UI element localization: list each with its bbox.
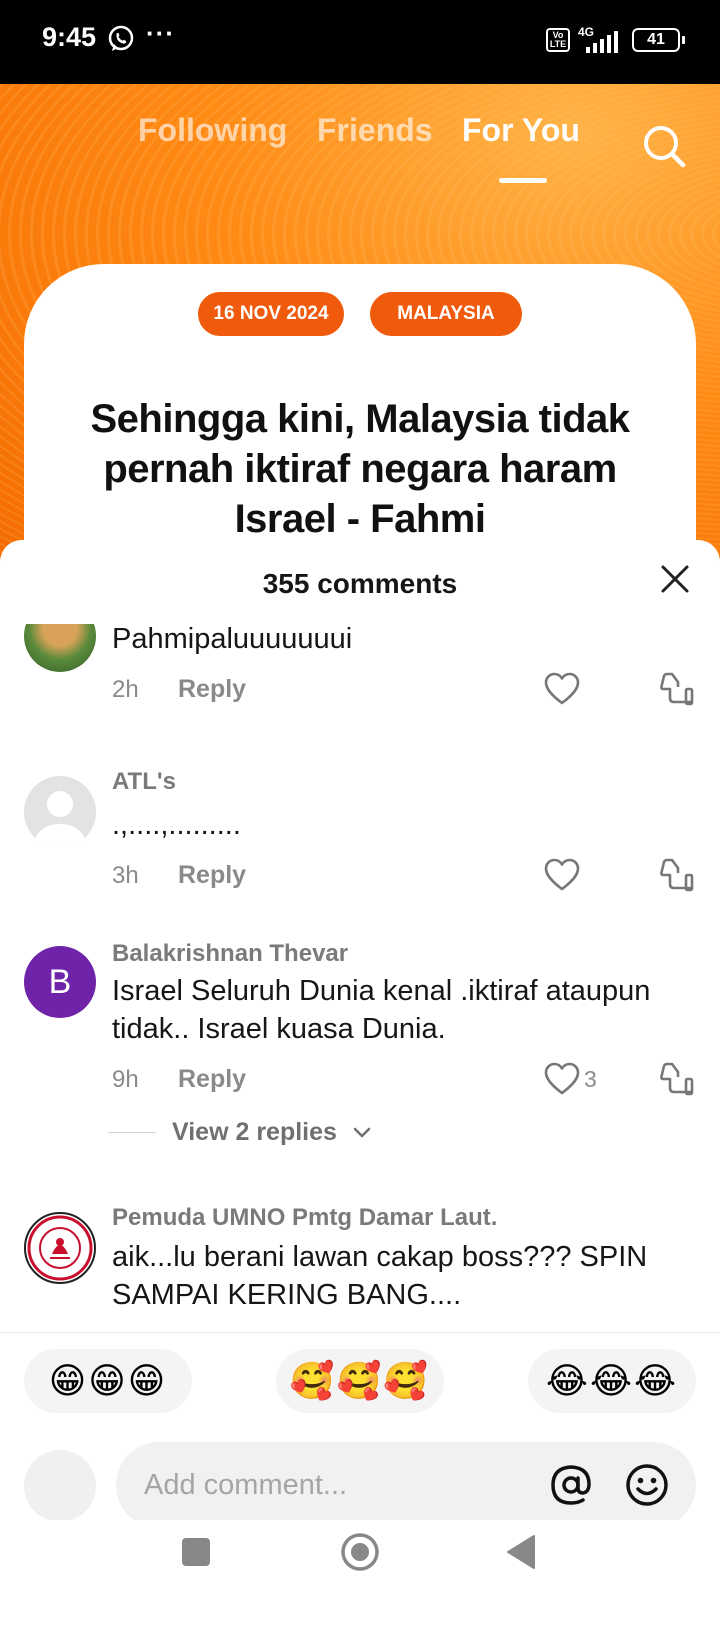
comment-item: Pahmipaluuuuuuui 2h Reply <box>0 624 720 740</box>
reply-button[interactable]: Reply <box>178 1065 246 1094</box>
comment-item: Pemuda UMNO Pmtg Damar Laut. aik...lu be… <box>0 1204 720 1331</box>
battery-icon: 41 <box>632 28 685 52</box>
comment-username[interactable]: Balakrishnan Thevar <box>112 940 348 968</box>
top-nav: Following Friends For You <box>0 104 720 183</box>
search-icon[interactable] <box>640 122 688 170</box>
divider-line <box>108 1131 156 1134</box>
comment-text: aik...lu berani lawan cakap boss??? SPIN… <box>112 1241 648 1311</box>
default-avatar-icon <box>34 791 86 848</box>
view-replies-button[interactable]: View 2 replies <box>108 1118 371 1147</box>
comment-text: Pahmipaluuuuuuui <box>112 624 353 655</box>
comment-time: 9h <box>112 1066 139 1093</box>
heart-icon[interactable] <box>544 672 580 706</box>
news-headline: Sehingga kini, Malaysia tidak pernah ikt… <box>90 397 630 541</box>
heart-icon[interactable] <box>544 1062 580 1096</box>
emoji-grin-chip[interactable]: 😁😁😁 <box>24 1349 192 1413</box>
country-chip: MALAYSIA <box>370 292 522 336</box>
avatar[interactable] <box>24 1212 96 1284</box>
comment-input-box[interactable] <box>116 1442 696 1528</box>
back-button[interactable] <box>506 1534 536 1570</box>
dislike-icon[interactable] <box>660 858 694 892</box>
home-button[interactable] <box>340 1532 380 1572</box>
dislike-icon[interactable] <box>660 672 694 706</box>
comment-username[interactable]: ATL's <box>112 768 176 796</box>
avatar[interactable] <box>24 776 96 848</box>
like-count: 3 <box>584 1066 597 1092</box>
comments-header: 355 comments <box>0 540 720 624</box>
status-bar: 9:45 ··· Vo LTE 4G 41 <box>0 0 720 84</box>
comment-username[interactable]: Pemuda UMNO Pmtg Damar Laut. <box>112 1204 497 1232</box>
heart-icon[interactable] <box>544 858 580 892</box>
comment-time: 2h <box>112 676 139 703</box>
close-icon[interactable] <box>660 564 690 594</box>
comment-item: ATL's .,....,......... 3h Reply <box>0 768 720 926</box>
volte-icon: Vo LTE <box>546 28 570 52</box>
system-nav-bar <box>0 1520 720 1640</box>
comments-sheet: 355 comments Pahmipaluuuuuuui 2h Reply A… <box>0 540 720 1640</box>
comment-input[interactable] <box>144 1442 524 1528</box>
status-icons: Vo LTE 4G 41 <box>546 24 685 56</box>
comment-list[interactable]: Pahmipaluuuuuuui 2h Reply ATL's .,....,.… <box>0 624 720 1331</box>
recent-apps-button[interactable] <box>182 1538 210 1566</box>
date-chip: 16 NOV 2024 <box>198 292 344 336</box>
my-avatar[interactable] <box>24 1450 96 1522</box>
status-more-dots: ··· <box>146 18 175 48</box>
emoji-quick-bar: 😁😁😁 🥰🥰🥰 😂😂😂 <box>0 1332 720 1420</box>
reply-button[interactable]: Reply <box>178 861 246 890</box>
avatar[interactable]: B <box>24 946 96 1018</box>
comment-text: Israel Seluruh Dunia kenal .iktiraf atau… <box>112 975 651 1045</box>
avatar[interactable] <box>24 624 96 672</box>
video-player[interactable]: Following Friends For You 16 NOV 2024 MA… <box>0 84 720 584</box>
comment-composer <box>0 1420 720 1530</box>
tab-friends[interactable]: Friends <box>317 112 433 149</box>
comment-text: .,....,......... <box>112 809 241 841</box>
whatsapp-icon <box>108 25 134 51</box>
comment-item: B Balakrishnan Thevar Israel Seluruh Dun… <box>0 940 720 1176</box>
reply-button[interactable]: Reply <box>178 675 246 704</box>
tab-following[interactable]: Following <box>138 112 287 149</box>
emoji-laugh-chip[interactable]: 😂😂😂 <box>528 1349 696 1413</box>
active-tab-indicator <box>499 178 547 183</box>
comment-time: 3h <box>112 862 139 889</box>
emoji-love-chip[interactable]: 🥰🥰🥰 <box>276 1349 444 1413</box>
chevron-down-icon <box>353 1127 371 1137</box>
status-time: 9:45 <box>42 22 97 52</box>
at-mention-icon[interactable] <box>548 1462 594 1508</box>
umno-logo-icon <box>27 1215 93 1281</box>
view-replies-label: View 2 replies <box>172 1118 337 1146</box>
tab-for-you[interactable]: For You <box>462 112 580 149</box>
signal-icon: 4G <box>578 25 624 55</box>
dislike-icon[interactable] <box>660 1062 694 1096</box>
comments-count-title: 355 comments <box>262 568 458 599</box>
emoji-picker-icon[interactable] <box>624 1462 670 1508</box>
